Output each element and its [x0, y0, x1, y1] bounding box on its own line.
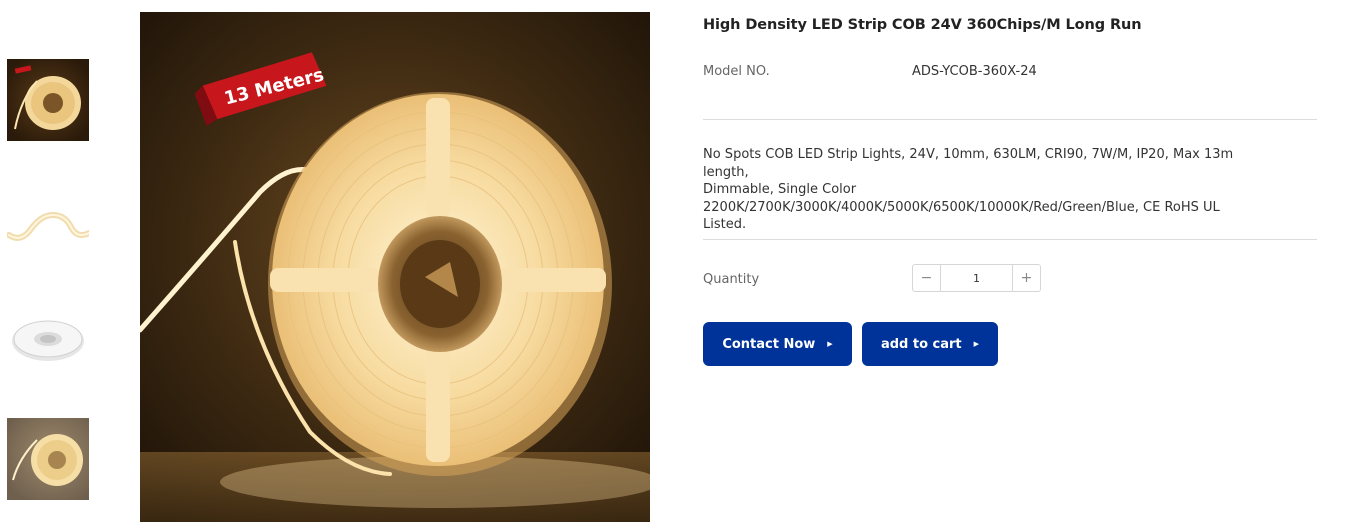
description-line: Dimmable, Single Color — [703, 182, 857, 197]
thumbnail-reel-lit-grey[interactable] — [7, 418, 89, 500]
contact-now-label: Contact Now — [722, 336, 816, 352]
divider — [703, 119, 1317, 120]
decrement-button[interactable]: − — [913, 265, 941, 291]
product-title: High Density LED Strip COB 24V 360Chips/… — [703, 17, 1142, 33]
add-to-cart-label: add to cart — [880, 336, 962, 352]
product-description: No Spots COB LED Strip Lights, 24V, 10mm… — [703, 146, 1278, 234]
description-line: No Spots COB LED Strip Lights, 24V, 10mm… — [703, 147, 1234, 180]
model-label: Model NO. — [703, 64, 770, 79]
quantity-label: Quantity — [703, 272, 760, 287]
increment-button[interactable]: + — [1012, 265, 1040, 291]
contact-now-button[interactable]: Contact Now ▶ — [703, 322, 852, 366]
quantity-stepper: − + — [912, 264, 1041, 292]
arrow-right-icon: ▶ — [827, 340, 833, 348]
description-line: 2200K/2700K/3000K/4000K/5000K/6500K/1000… — [703, 199, 1220, 215]
arrow-right-icon: ▶ — [973, 340, 980, 348]
quantity-input[interactable] — [941, 265, 1012, 291]
model-value: ADS-YCOB-360X-24 — [912, 64, 1037, 79]
thumbnail-strip-wave[interactable] — [7, 179, 89, 261]
divider — [703, 239, 1317, 240]
main-product-image[interactable]: 13 Meters — [140, 12, 650, 522]
thumbnail-reel-lit[interactable] — [7, 59, 89, 141]
thumbnail-reel-white[interactable] — [7, 299, 89, 381]
add-to-cart-button[interactable]: add to cart ▶ — [862, 322, 998, 366]
description-line: Listed. — [703, 217, 747, 232]
